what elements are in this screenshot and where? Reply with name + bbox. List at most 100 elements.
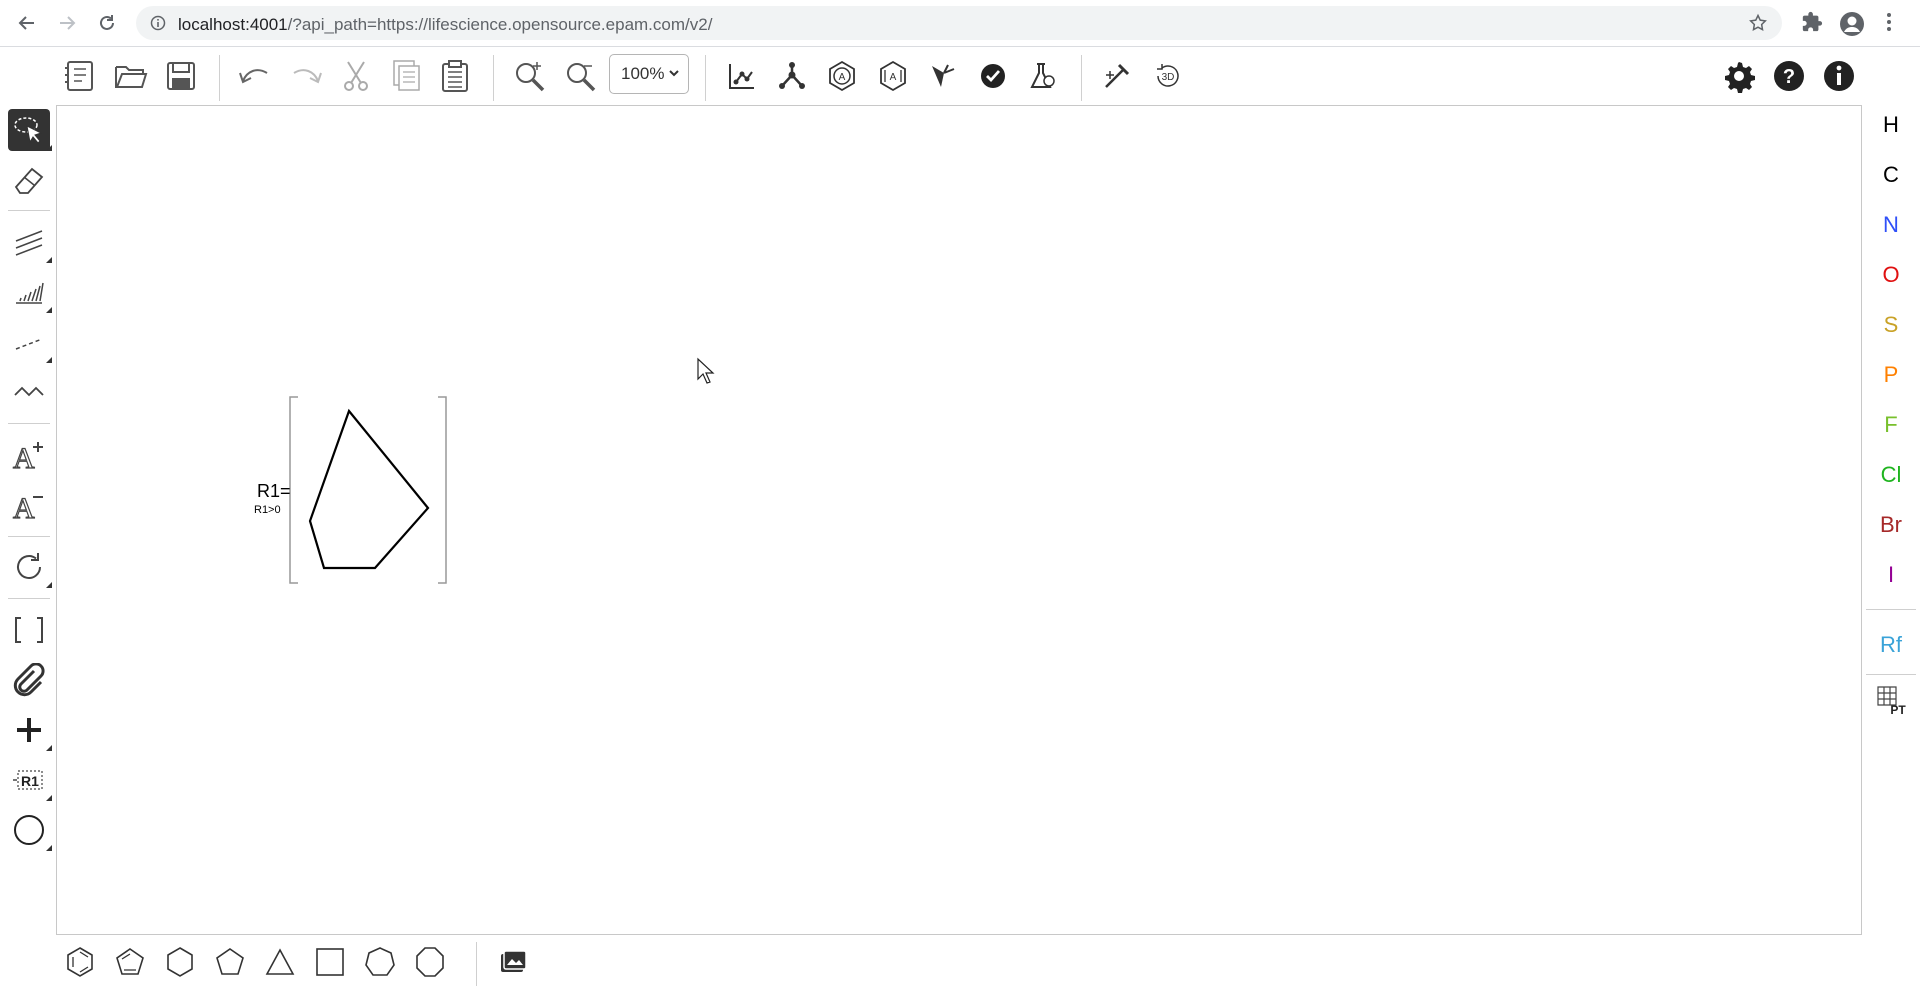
new-document-button[interactable]	[59, 55, 101, 97]
aromatize-button[interactable]: A	[821, 55, 863, 97]
charge-plus-tool[interactable]: A	[8, 434, 50, 476]
element-panel: Rf PT H C N O S P F Cl Br I	[1866, 105, 1920, 745]
chain-tool[interactable]	[8, 371, 50, 413]
template-library-button[interactable]	[492, 940, 534, 984]
svg-text:A: A	[13, 442, 35, 472]
mouse-cursor-icon	[697, 357, 715, 384]
element-button-s[interactable]: S	[1866, 305, 1916, 345]
clean-up-button[interactable]	[771, 55, 813, 97]
canvas-svg	[289, 357, 715, 584]
element-button-h[interactable]: H	[1866, 105, 1916, 145]
help-button[interactable]: ?	[1768, 55, 1810, 97]
help-icon: ?	[1774, 61, 1804, 91]
zoom-out-button[interactable]	[560, 55, 602, 97]
copy-button[interactable]	[385, 55, 427, 97]
cut-button[interactable]	[335, 55, 377, 97]
recognize-icon	[1105, 63, 1130, 88]
select-lasso-tool[interactable]	[8, 109, 52, 151]
rgroup-label: R1=	[257, 481, 291, 501]
svg-text:A: A	[890, 72, 897, 83]
profile-avatar-icon[interactable]	[1839, 11, 1865, 42]
site-info-icon[interactable]	[150, 15, 166, 36]
template-cyclopentadiene[interactable]	[109, 940, 151, 984]
layout-button[interactable]	[721, 55, 763, 97]
template-cycloheptane[interactable]	[359, 940, 401, 984]
template-benzene[interactable]	[59, 940, 101, 984]
address-bar[interactable]: localhost:4001/?api_path=https://lifesci…	[136, 6, 1782, 40]
undo-button[interactable]	[234, 55, 276, 97]
save-button[interactable]	[160, 55, 202, 97]
3d-viewer-button[interactable]: 3D	[1147, 55, 1189, 97]
reload-button[interactable]	[93, 11, 121, 35]
rotate-tool[interactable]	[8, 546, 52, 588]
forward-button[interactable]	[53, 11, 81, 35]
periodic-table-button[interactable]: PT	[1866, 683, 1916, 727]
browser-menu-icon[interactable]	[1886, 11, 1892, 38]
paste-button[interactable]	[434, 55, 476, 97]
attach-tool[interactable]	[8, 659, 50, 701]
cyclopentadiene-icon	[116, 948, 144, 975]
back-button[interactable]	[13, 11, 41, 35]
element-button-i[interactable]: I	[1866, 555, 1916, 595]
calculate-cip-button[interactable]	[922, 55, 964, 97]
forward-arrow-icon	[60, 16, 76, 30]
open-button[interactable]	[110, 55, 152, 97]
element-button-f[interactable]: F	[1866, 405, 1916, 445]
bond-query-tool[interactable]	[8, 321, 52, 363]
periodic-table-icon: PT	[1877, 686, 1906, 717]
zoom-in-icon	[516, 62, 545, 92]
template-cyclobutane[interactable]	[309, 940, 351, 984]
element-button-n[interactable]: N	[1866, 205, 1916, 245]
bookmark-star-icon[interactable]	[1748, 13, 1768, 38]
svg-text:PT: PT	[1890, 703, 1906, 717]
left-toolbar: A A R1	[0, 105, 56, 940]
rgroup-right-bracket	[438, 396, 447, 584]
new-document-icon	[65, 61, 93, 91]
bond-multi-icon	[15, 230, 43, 256]
template-cyclopropane[interactable]	[259, 940, 301, 984]
template-cyclopentane[interactable]	[209, 940, 251, 984]
clean-up-icon	[779, 62, 805, 89]
info-icon	[1824, 61, 1854, 91]
template-cyclohexane[interactable]	[159, 940, 201, 984]
element-button-p[interactable]: P	[1866, 355, 1916, 395]
aromatize-icon: A	[829, 60, 855, 92]
element-button-o[interactable]: O	[1866, 255, 1916, 295]
drawing-canvas[interactable]: R1= R1>0	[56, 105, 1862, 935]
shape-tool[interactable]	[8, 809, 52, 851]
settings-button[interactable]	[1718, 55, 1760, 97]
svg-text:3D: 3D	[1162, 72, 1175, 83]
bond-single-tool[interactable]	[8, 221, 52, 263]
dearomatize-button[interactable]: A	[872, 55, 914, 97]
template-cyclooctane[interactable]	[409, 940, 451, 984]
zoom-in-button[interactable]	[509, 55, 551, 97]
calculated-values-button[interactable]	[1022, 55, 1064, 97]
recognize-button[interactable]	[1096, 55, 1138, 97]
erase-tool[interactable]	[8, 159, 50, 201]
rgroup-label-tool[interactable]: R1	[8, 759, 52, 801]
paperclip-icon	[13, 663, 45, 697]
gear-icon	[1725, 62, 1755, 93]
stereo-icon	[932, 64, 955, 87]
ring-structure	[308, 408, 430, 570]
zoom-value: 100%	[621, 64, 665, 83]
charge-minus-tool[interactable]: A	[8, 484, 50, 526]
check-structure-button[interactable]	[972, 55, 1014, 97]
element-button-c[interactable]: C	[1866, 155, 1916, 195]
3d-rotate-icon: 3D	[1157, 64, 1179, 87]
redo-icon	[293, 69, 322, 84]
benzene-icon	[67, 947, 93, 977]
about-button[interactable]	[1818, 55, 1860, 97]
element-button-cl[interactable]: Cl	[1866, 455, 1916, 495]
cycloheptane-icon	[365, 947, 395, 976]
sgroup-tool[interactable]	[8, 609, 50, 651]
redo-button[interactable]	[285, 55, 327, 97]
extensions-icon[interactable]	[1801, 11, 1823, 38]
rgroup-icon: R1	[13, 770, 43, 790]
zoom-select[interactable]: 100%	[609, 54, 689, 94]
element-button-br[interactable]: Br	[1866, 505, 1916, 545]
reaction-plus-tool[interactable]	[8, 709, 52, 751]
bond-stereo-tool[interactable]	[8, 271, 52, 313]
copy-icon	[393, 60, 420, 91]
rgroup-fragment-button[interactable]: Rf	[1866, 625, 1916, 665]
